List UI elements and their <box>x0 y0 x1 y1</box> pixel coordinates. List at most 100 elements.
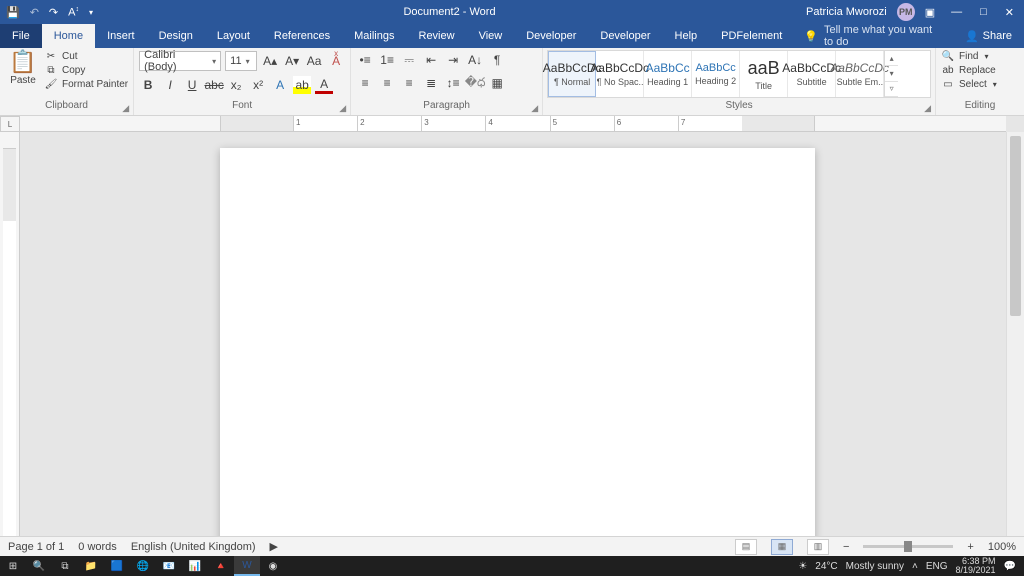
style-normal[interactable]: AaBbCcDc¶ Normal <box>548 51 596 97</box>
tab-selector-icon[interactable]: L <box>0 116 20 132</box>
tab-help[interactable]: Help <box>663 24 710 48</box>
vertical-scrollbar[interactable] <box>1006 132 1024 536</box>
style-no-spacing[interactable]: AaBbCcDc¶ No Spac... <box>596 51 644 97</box>
styles-dialog-icon[interactable]: ◢ <box>924 103 931 114</box>
clock-date[interactable]: 8/19/2021 <box>956 566 996 575</box>
show-marks-icon[interactable]: ¶ <box>488 51 506 69</box>
share-button[interactable]: 👤 Share <box>953 24 1024 48</box>
word-taskbar-icon[interactable]: W <box>234 556 260 576</box>
clipboard-dialog-icon[interactable]: ◢ <box>122 103 129 114</box>
paragraph-dialog-icon[interactable]: ◢ <box>531 103 538 114</box>
select-button[interactable]: ▭Select▾ <box>941 79 997 90</box>
style-subtle-emphasis[interactable]: AaBbCcDcSubtle Em... <box>836 51 884 97</box>
redo-icon[interactable]: ↷ <box>49 6 58 19</box>
styles-gallery[interactable]: AaBbCcDc¶ Normal AaBbCcDc¶ No Spac... Aa… <box>547 50 931 98</box>
start-button[interactable]: ⊞ <box>0 556 26 576</box>
weather-desc[interactable]: Mostly sunny <box>846 561 904 572</box>
zoom-in-icon[interactable]: + <box>967 541 973 553</box>
bullets-icon[interactable]: •≡ <box>356 51 374 69</box>
decrease-indent-icon[interactable]: ⇤ <box>422 51 440 69</box>
tab-developer-2[interactable]: Developer <box>588 24 662 48</box>
text-effects-icon[interactable]: A <box>271 76 289 94</box>
page-number-status[interactable]: Page 1 of 1 <box>8 541 64 553</box>
language-status[interactable]: English (United Kingdom) <box>131 541 256 553</box>
italic-icon[interactable]: I <box>161 76 179 94</box>
change-case-icon[interactable]: Aa <box>305 52 323 70</box>
style-subtitle[interactable]: AaBbCcDcSubtitle <box>788 51 836 97</box>
superscript-icon[interactable]: x² <box>249 76 267 94</box>
input-language[interactable]: ENG <box>926 561 948 572</box>
sort-icon[interactable]: A↓ <box>466 51 484 69</box>
taskbar-app-3[interactable]: 📊 <box>182 556 208 576</box>
read-mode-icon[interactable]: ▤ <box>735 539 757 555</box>
notifications-icon[interactable]: 💬 <box>1004 561 1016 572</box>
paste-button[interactable]: 📋 Paste <box>5 51 41 86</box>
undo-icon[interactable]: ↶ <box>30 6 39 19</box>
tab-home[interactable]: Home <box>42 24 95 48</box>
font-color-icon[interactable]: A <box>315 76 333 94</box>
style-heading-2[interactable]: AaBbCcHeading 2 <box>692 51 740 97</box>
gallery-more-icon[interactable]: ▿ <box>885 82 898 97</box>
tab-references[interactable]: References <box>262 24 342 48</box>
tray-chevron-icon[interactable]: ˄ <box>912 561 918 572</box>
taskbar-app-2[interactable]: 📧 <box>156 556 182 576</box>
multilevel-list-icon[interactable]: ⎓ <box>400 51 418 69</box>
tab-design[interactable]: Design <box>147 24 205 48</box>
minimize-icon[interactable]: — <box>951 6 962 19</box>
clear-formatting-icon[interactable]: Aͯ <box>327 52 345 70</box>
web-layout-icon[interactable]: ▥ <box>807 539 829 555</box>
tab-mailings[interactable]: Mailings <box>342 24 406 48</box>
bold-icon[interactable]: B <box>139 76 157 94</box>
user-name[interactable]: Patricia Mworozi <box>806 6 887 18</box>
shrink-font-icon[interactable]: A▾ <box>283 52 301 70</box>
close-icon[interactable]: ✕ <box>1005 6 1014 19</box>
strikethrough-icon[interactable]: abc <box>205 76 223 94</box>
macro-icon[interactable]: ▶ <box>270 540 278 553</box>
font-dialog-icon[interactable]: ◢ <box>339 103 346 114</box>
align-right-icon[interactable]: ≡ <box>400 74 418 92</box>
ribbon-display-icon[interactable]: ▣ <box>925 6 935 19</box>
cut-button[interactable]: ✂Cut <box>44 51 128 62</box>
gallery-up-icon[interactable]: ▴ <box>885 51 898 66</box>
copy-button[interactable]: ⧉Copy <box>44 65 128 76</box>
borders-icon[interactable]: ▦ <box>488 74 506 92</box>
save-icon[interactable]: 💾 <box>6 6 20 19</box>
tell-me-search[interactable]: 💡 Tell me what you want to do <box>794 24 953 48</box>
task-view-icon[interactable]: ⧉ <box>52 556 78 576</box>
maximize-icon[interactable]: □ <box>980 6 987 19</box>
find-button[interactable]: 🔍Find▾ <box>941 51 997 62</box>
line-spacing-icon[interactable]: ↕≡ <box>444 74 462 92</box>
align-left-icon[interactable]: ≡ <box>356 74 374 92</box>
zoom-slider[interactable] <box>863 545 953 548</box>
edge-icon[interactable]: 🌐 <box>130 556 156 576</box>
subscript-icon[interactable]: x₂ <box>227 76 245 94</box>
replace-button[interactable]: abReplace <box>941 65 997 76</box>
font-name-combo[interactable]: Calibri (Body)▾ <box>139 51 221 71</box>
highlight-icon[interactable]: ab <box>293 76 311 94</box>
touch-mode-icon[interactable]: A↕ <box>68 6 79 19</box>
tab-review[interactable]: Review <box>407 24 467 48</box>
zoom-out-icon[interactable]: − <box>843 541 849 553</box>
document-page[interactable] <box>220 148 815 536</box>
style-heading-1[interactable]: AaBbCcHeading 1 <box>644 51 692 97</box>
taskbar-app-1[interactable]: 🟦 <box>104 556 130 576</box>
increase-indent-icon[interactable]: ⇥ <box>444 51 462 69</box>
align-center-icon[interactable]: ≡ <box>378 74 396 92</box>
file-explorer-icon[interactable]: 📁 <box>78 556 104 576</box>
gallery-down-icon[interactable]: ▾ <box>885 66 898 81</box>
horizontal-ruler[interactable] <box>20 116 1006 132</box>
weather-temp[interactable]: 24°C <box>815 561 837 572</box>
shading-icon[interactable]: �ధ <box>466 74 484 92</box>
underline-icon[interactable]: U <box>183 76 201 94</box>
tab-layout[interactable]: Layout <box>205 24 262 48</box>
tab-developer-1[interactable]: Developer <box>514 24 588 48</box>
print-layout-icon[interactable]: ▦ <box>771 539 793 555</box>
vertical-ruler[interactable] <box>0 132 20 536</box>
justify-icon[interactable]: ≣ <box>422 74 440 92</box>
grow-font-icon[interactable]: A▴ <box>261 52 279 70</box>
tab-file[interactable]: File <box>0 24 42 48</box>
user-avatar[interactable]: PM <box>897 3 915 21</box>
font-size-combo[interactable]: 11▾ <box>225 51 257 71</box>
word-count-status[interactable]: 0 words <box>78 541 117 553</box>
style-title[interactable]: aaBTitle <box>740 51 788 97</box>
